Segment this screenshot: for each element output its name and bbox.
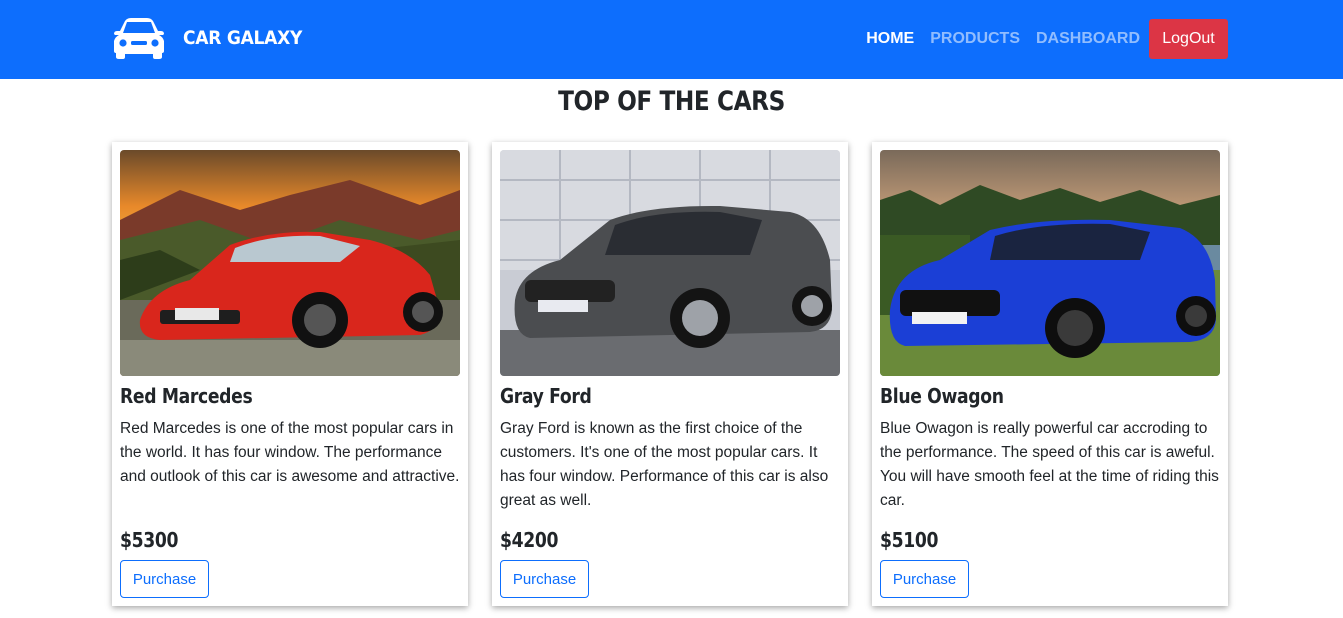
product-title: Gray Ford [500, 384, 592, 408]
product-price: $4200 [500, 528, 559, 552]
brand-link[interactable]: CAR GALAXY [111, 17, 315, 59]
product-description: Red Marcedes is one of the most popular … [120, 420, 460, 485]
page-title: TOP OF THE CARS [558, 86, 785, 117]
purchase-button[interactable]: Purchase [120, 560, 209, 598]
product-description: Blue Owagon is really powerful car accro… [880, 420, 1219, 509]
purchase-button[interactable]: Purchase [880, 560, 969, 598]
logout-button[interactable]: LogOut [1149, 19, 1228, 59]
nav-dashboard[interactable]: DASHBOARD [1036, 30, 1140, 48]
car-icon [114, 18, 164, 59]
brand-name: CAR GALAXY [183, 27, 303, 49]
product-price: $5300 [120, 528, 179, 552]
product-price: $5100 [880, 528, 939, 552]
main-nav: HOME PRODUCTS DASHBOARD LogOut [850, 19, 1228, 59]
product-image-gray-car [500, 150, 840, 376]
product-card: Red Marcedes Red Marcedes is one of the … [112, 142, 468, 606]
navbar: CAR GALAXY HOME PRODUCTS DASHBOARD LogOu… [0, 0, 1343, 79]
product-description: Gray Ford is known as the first choice o… [500, 420, 829, 509]
nav-home[interactable]: HOME [866, 30, 914, 48]
product-title: Blue Owagon [880, 384, 1004, 408]
product-card: Blue Owagon Blue Owagon is really powerf… [872, 142, 1228, 606]
product-image-red-car [120, 150, 460, 376]
product-card: Gray Ford Gray Ford is known as the firs… [492, 142, 848, 606]
product-title: Red Marcedes [120, 384, 253, 408]
nav-products[interactable]: PRODUCTS [930, 30, 1020, 48]
purchase-button[interactable]: Purchase [500, 560, 589, 598]
product-image-blue-car [880, 150, 1220, 376]
